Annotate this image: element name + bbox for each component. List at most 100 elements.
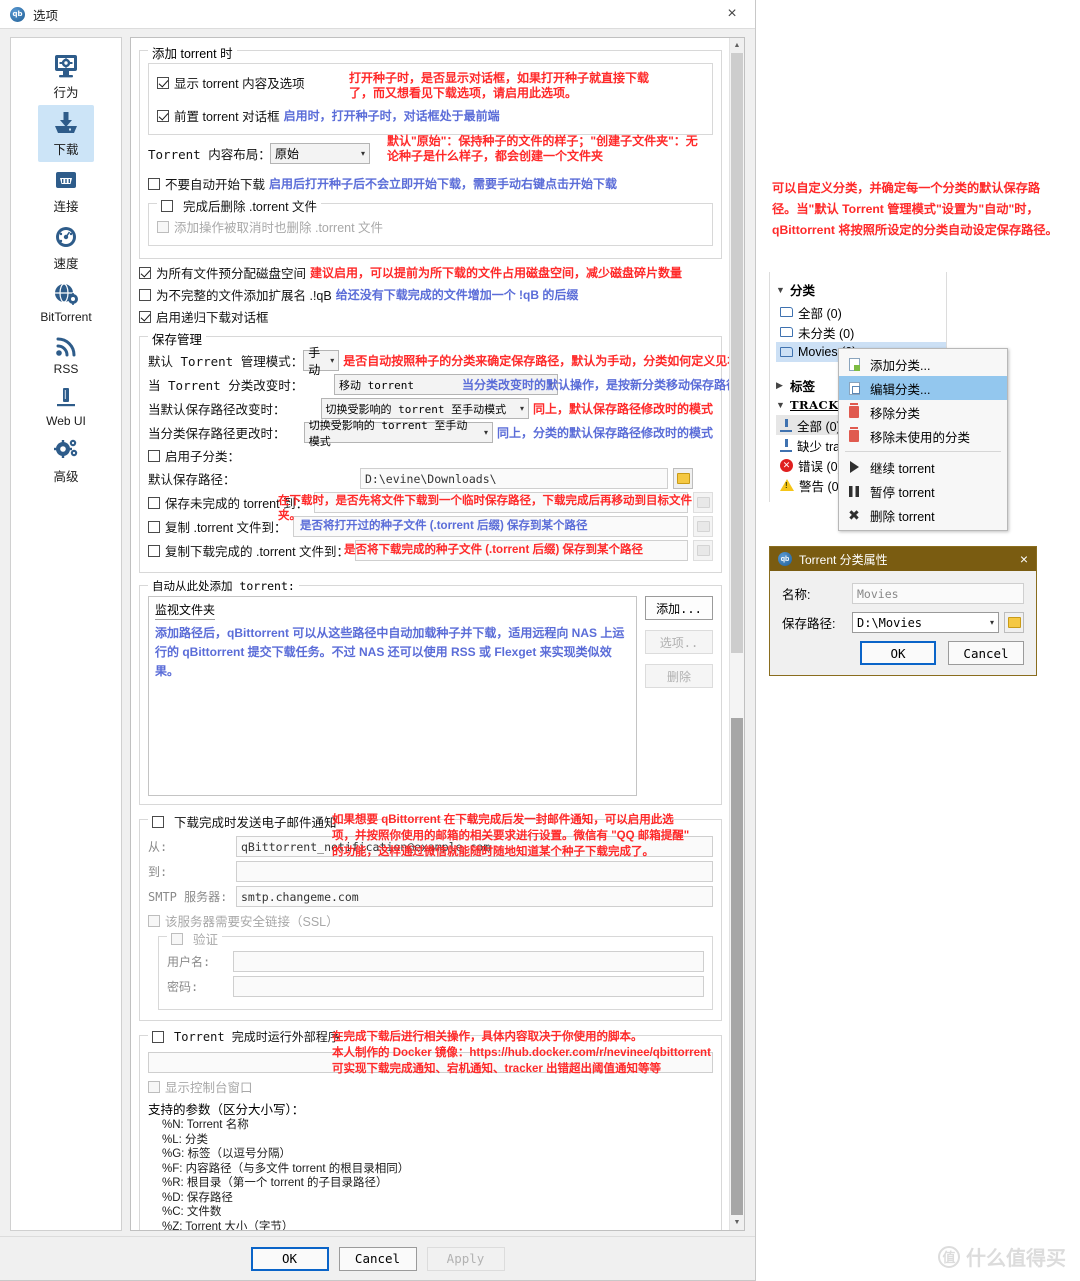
subcategories-checkbox[interactable] xyxy=(148,450,160,462)
scrollbar-thumb[interactable] xyxy=(731,718,743,1231)
category-dialog-ok-button[interactable]: OK xyxy=(860,641,936,665)
external-program-checkbox[interactable] xyxy=(152,1031,164,1043)
category-save-path-label: 保存路径: xyxy=(782,613,852,632)
sidebar-item-connection[interactable]: 连接 xyxy=(11,162,121,219)
error-icon: ✕ xyxy=(780,459,793,472)
browse-copy-finished-button xyxy=(693,540,713,561)
sidebar-item-rss[interactable]: RSS xyxy=(11,328,121,380)
show-content-row[interactable]: 显示 torrent 内容及选项 打开种子时，是否显示对话框，如果打开种子就直接… xyxy=(157,73,704,92)
scrollbar-thumb-upper[interactable] xyxy=(731,53,743,653)
front-dialog-checkbox[interactable] xyxy=(157,110,169,122)
smtp-input[interactable]: smtp.changeme.com xyxy=(236,886,713,907)
cancel-button[interactable]: Cancel xyxy=(339,1247,417,1271)
browse-default-save-path-button[interactable] xyxy=(673,468,693,489)
default-save-path-input[interactable]: D:\evine\Downloads\ xyxy=(360,468,668,489)
email-to-row: 到: xyxy=(148,861,713,882)
warning-icon xyxy=(780,479,794,491)
auth-checkbox xyxy=(171,933,183,945)
save-management-legend: 保存管理 xyxy=(148,329,206,348)
trash-icon xyxy=(847,406,861,418)
category-row-all[interactable]: 全部 (0) xyxy=(776,302,946,322)
incomplete-ext-row[interactable]: 为不完整的文件添加扩展名 .!qB 给还没有下载完成的文件增加一个 !qB 的后… xyxy=(139,285,722,304)
context-menu-item-add-category[interactable]: 添加分类... xyxy=(839,352,1007,376)
username-label: 用户名: xyxy=(167,953,233,970)
sidebar-item-bittorrent[interactable]: BitTorrent xyxy=(11,276,121,328)
context-menu-item-remove-category[interactable]: 移除分类 xyxy=(839,400,1007,424)
sidebar-item-advanced[interactable]: 高级 xyxy=(11,432,121,489)
scroll-up-icon[interactable]: ▲ xyxy=(730,38,744,53)
download-tray-icon xyxy=(49,108,83,138)
no-autostart-checkbox[interactable] xyxy=(148,178,160,190)
window-title: 选项 xyxy=(33,5,58,24)
password-input[interactable] xyxy=(233,976,704,997)
content-scrollbar[interactable]: ▲ ▼ xyxy=(729,38,744,1230)
param-item: %G: 标签（以逗号分隔） xyxy=(162,1147,713,1162)
front-dialog-label: 前置 torrent 对话框 xyxy=(174,106,280,125)
param-item: %N: Torrent 名称 xyxy=(162,1118,713,1133)
username-input[interactable] xyxy=(233,951,704,972)
watched-folders-list[interactable]: 监视文件夹 添加路径后，qBittorrent 可以从这些路径中自动加载种子并下… xyxy=(148,596,637,796)
preallocate-checkbox[interactable] xyxy=(139,267,151,279)
content-layout-select[interactable]: 原始 ▾ xyxy=(270,143,370,164)
context-menu-item-label: 移除分类 xyxy=(870,403,920,422)
sidebar-item-downloads[interactable]: 下载 xyxy=(38,105,94,162)
password-label: 密码: xyxy=(167,978,233,995)
incomplete-save-row: 保存未完成的 torrent 到： 在下载时，是否先将文件下载到一个临时保存路径… xyxy=(148,492,713,513)
incomplete-ext-checkbox[interactable] xyxy=(139,289,151,301)
trash-icon xyxy=(847,430,861,442)
preallocate-row[interactable]: 为所有文件预分配磁盘空间 建议启用，可以提前为所下载的文件占用磁盘空间，减少磁盘… xyxy=(139,263,722,282)
sidebar-item-label: RSS xyxy=(54,362,79,376)
download-icon xyxy=(780,439,792,452)
sidebar-item-speed[interactable]: 速度 xyxy=(11,219,121,276)
context-menu-item-remove-unused-categories[interactable]: 移除未使用的分类 xyxy=(839,424,1007,448)
context-menu-item-resume-torrent[interactable]: 继续 torrent xyxy=(839,455,1007,479)
web-ui-server-icon xyxy=(49,383,83,413)
email-to-input[interactable] xyxy=(236,861,713,882)
category-dialog-cancel-button[interactable]: Cancel xyxy=(948,641,1024,665)
incomplete-ext-label: 为不完整的文件添加扩展名 .!qB xyxy=(156,285,332,304)
sidebar-item-behavior[interactable]: 行为 xyxy=(11,48,121,105)
email-notification-label: 下载完成时发送电子邮件通知 xyxy=(174,812,337,831)
no-autostart-row[interactable]: 不要自动开始下载 启用后打开种子后不会立即开始下载，需要手动右键点击开始下载 xyxy=(148,174,713,193)
copy-finished-row: 复制下载完成的 .torrent 文件到： 是否将下载完成的种子文件 (.tor… xyxy=(148,540,713,561)
copy-torrent-checkbox[interactable] xyxy=(148,521,160,533)
dialog-button-bar: OK Cancel Apply xyxy=(0,1236,755,1280)
email-notification-checkbox[interactable] xyxy=(152,816,164,828)
category-save-path-row: 保存路径: D:\Movies ▾ xyxy=(782,612,1024,633)
content-layout-value: 原始 xyxy=(275,145,299,162)
browse-category-save-path-button[interactable] xyxy=(1004,612,1024,633)
category-path-changed-select[interactable]: 切换受影响的 torrent 至手动模式 ▾ xyxy=(304,422,493,443)
ok-button[interactable]: OK xyxy=(251,1247,329,1271)
pause-icon xyxy=(847,486,861,497)
qbittorrent-logo-icon: qb xyxy=(778,552,792,566)
context-menu-item-pause-torrent[interactable]: 暂停 torrent xyxy=(839,479,1007,503)
context-menu-item-edit-category[interactable]: 编辑分类... xyxy=(839,376,1007,400)
scroll-down-icon[interactable]: ▼ xyxy=(730,1215,744,1230)
sidebar-item-webui[interactable]: Web UI xyxy=(11,380,121,432)
category-row-uncategorized[interactable]: 未分类 (0) xyxy=(776,322,946,342)
incomplete-save-checkbox[interactable] xyxy=(148,497,160,509)
close-icon[interactable]: × xyxy=(709,0,755,29)
behavior-monitor-gear-icon xyxy=(49,51,83,81)
tags-header-label: 标签 xyxy=(790,376,815,395)
tmm-select[interactable]: 手动 ▾ xyxy=(303,350,339,371)
category-changed-row: 当 Torrent 分类改变时： 移动 torrent ▾ 当分类改变时的默认操… xyxy=(148,374,713,395)
chevron-down-icon: ▾ xyxy=(320,356,334,365)
front-dialog-row[interactable]: 前置 torrent 对话框 启用时，打开种子时，对话框处于最前端 xyxy=(157,106,704,125)
delete-after-checkbox[interactable] xyxy=(161,200,173,212)
copy-finished-checkbox[interactable] xyxy=(148,545,160,557)
folder-icon xyxy=(1008,617,1021,628)
context-menu-item-delete-torrent[interactable]: ✖ 删除 torrent xyxy=(839,503,1007,527)
add-watched-folder-button[interactable]: 添加... xyxy=(645,596,713,620)
default-path-changed-note: 同上，默认保存路径修改时的模式 xyxy=(533,400,713,417)
show-content-checkbox[interactable] xyxy=(157,77,169,89)
close-icon[interactable]: × xyxy=(1020,551,1028,567)
default-save-path-label: 默认保存路径： xyxy=(148,469,360,488)
email-note: 如果想要 qBittorrent 在下载完成后发一封邮件通知，可以启用此选项，并… xyxy=(332,812,692,860)
category-save-path-select[interactable]: D:\Movies ▾ xyxy=(852,612,999,633)
settings-sidebar: 行为 下载 xyxy=(10,37,122,1231)
recursive-row[interactable]: 启用递归下载对话框 xyxy=(139,307,722,326)
categories-header[interactable]: ▼ 分类 xyxy=(776,280,946,299)
subcategories-row[interactable]: 启用子分类： xyxy=(148,446,713,465)
recursive-checkbox[interactable] xyxy=(139,311,151,323)
